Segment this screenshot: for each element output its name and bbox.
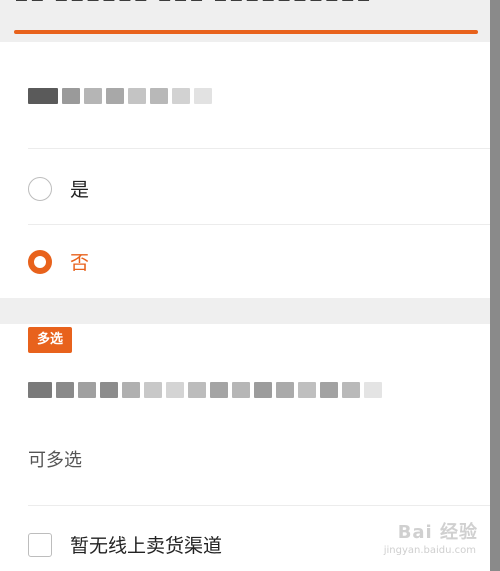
option-no[interactable]: 否 [28,248,89,275]
checkbox-icon[interactable] [28,532,52,557]
option-no-label: 否 [70,252,90,274]
option-no-online-channel[interactable]: 暂无线上卖货渠道 [28,531,222,558]
question-header-strip: ▪▪ ▪▪▪▪▪▪ ▪▪▪ ▪▪▪▪▪▪▪▪▪▪ [0,0,490,42]
survey-page: ▪▪ ▪▪▪▪▪▪ ▪▪▪ ▪▪▪▪▪▪▪▪▪▪ 是 否 多选 [0,0,500,571]
multi-question-text-blurred [28,382,382,398]
question-text-blurred [28,88,212,104]
window-edge [490,0,500,571]
baidu-jingyan-watermark: Bai 经验 [397,522,478,543]
multi-select-badge: 多选 [28,327,73,353]
radio-unchecked-icon[interactable] [28,176,52,201]
divider [28,148,490,149]
radio-checked-icon[interactable] [28,249,52,274]
multi-select-hint: 可多选 [28,450,82,471]
option-no-online-channel-label: 暂无线上卖货渠道 [70,535,223,557]
option-yes-label: 是 [70,179,90,201]
divider [28,224,490,225]
baidu-jingyan-watermark-url: jingyan.baidu.com [383,545,476,556]
divider [28,505,490,506]
cut-off-question-title: ▪▪ ▪▪▪▪▪▪ ▪▪▪ ▪▪▪▪▪▪▪▪▪▪ [14,0,372,7]
option-yes[interactable]: 是 [28,175,89,202]
section-separator [0,298,490,324]
header-accent-line [14,30,478,34]
